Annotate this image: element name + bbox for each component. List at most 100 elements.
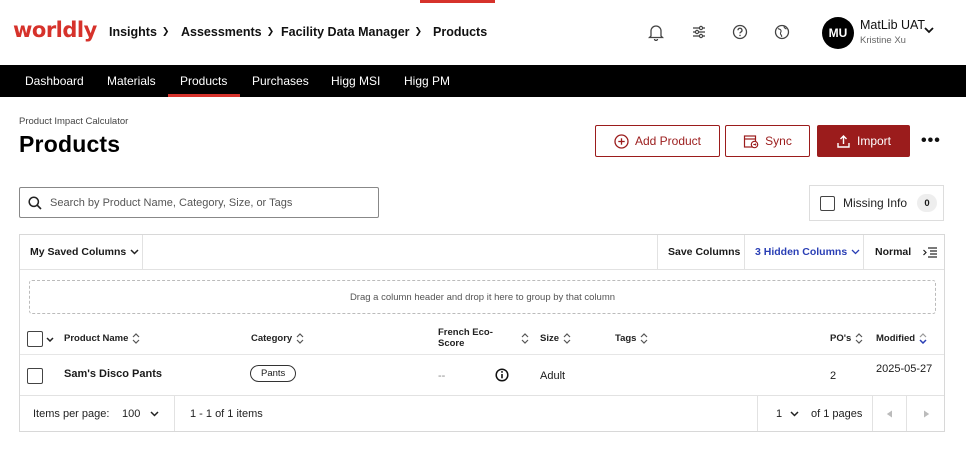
items-per-page-select[interactable]: 100 — [122, 396, 159, 431]
sort-icon[interactable] — [521, 333, 529, 344]
user-name[interactable]: MatLib UAT — [860, 18, 925, 32]
missing-info-filter[interactable]: Missing Info 0 — [809, 185, 944, 221]
chevron-down-icon — [130, 249, 139, 255]
globe-icon[interactable] — [773, 23, 791, 41]
chevron-down-icon: ❯ — [414, 25, 423, 36]
row-select-checkbox[interactable] — [27, 368, 43, 384]
top-navbar: worldly Insights ❯ Assessments ❯ Facility … — [0, 0, 966, 65]
sync-icon — [744, 134, 759, 148]
info-icon[interactable] — [495, 368, 509, 382]
caret-right-icon — [924, 410, 930, 417]
help-icon[interactable] — [731, 23, 749, 41]
pager-divider — [872, 396, 873, 431]
total-pages: of 1 pages — [811, 407, 863, 420]
subnav-purchases[interactable]: Purchases — [252, 74, 309, 88]
sliders-icon[interactable] — [690, 23, 708, 41]
plus-circle-icon — [614, 133, 629, 149]
grid-header-row: Product Name Category French Eco- Score … — [20, 323, 944, 355]
saved-columns-dropdown[interactable]: My Saved Columns — [30, 235, 139, 269]
menu-insights[interactable]: Insights ❯ — [109, 25, 169, 39]
import-button[interactable]: Import — [817, 125, 910, 157]
user-avatar[interactable]: MU — [822, 17, 854, 49]
chevron-down-icon: ❯ — [161, 25, 170, 36]
column-header-pos[interactable]: PO's — [830, 333, 863, 344]
upload-icon — [837, 134, 850, 148]
prev-page-button[interactable] — [886, 396, 893, 431]
toolbar-divider — [142, 235, 143, 269]
pager-divider — [906, 396, 907, 431]
more-options-icon[interactable]: ••• — [921, 132, 941, 150]
subnav-higg-pm[interactable]: Higg PM — [404, 74, 450, 88]
toolbar-divider — [863, 235, 864, 269]
user-subname: Kristine Xu — [860, 35, 906, 46]
products-grid: My Saved Columns Save Columns 3 Hidden C… — [19, 234, 945, 432]
sort-desc-icon — [919, 333, 927, 344]
cell-pos: 2 — [830, 370, 837, 382]
chevron-down-icon — [851, 249, 860, 255]
column-header-product-name[interactable]: Product Name — [64, 333, 140, 344]
subnav-products[interactable]: Products — [180, 74, 227, 88]
cell-product-name[interactable]: Sam's Disco Pants — [64, 368, 162, 380]
cell-modified: 2025-05-27 — [876, 363, 933, 375]
cell-category: Pants — [250, 365, 297, 382]
missing-info-label: Missing Info — [843, 196, 908, 210]
add-product-button[interactable]: Add Product — [595, 125, 720, 157]
breadcrumb[interactable]: Product Impact Calculator — [19, 116, 128, 127]
sort-icon — [641, 333, 648, 344]
caret-left-icon — [886, 410, 892, 417]
worldly-logo[interactable]: worldly — [13, 18, 97, 42]
column-header-category[interactable]: Category — [251, 333, 304, 344]
pager-range: 1 - 1 of 1 items — [190, 407, 263, 420]
menu-facility-data-manager[interactable]: Facility Data Manager ❯ — [281, 25, 422, 39]
active-menu-indicator — [420, 0, 495, 3]
toolbar-divider — [657, 235, 658, 269]
page-select[interactable]: 1 — [776, 396, 799, 431]
column-header-modified[interactable]: Modified — [876, 333, 927, 344]
menu-assessments[interactable]: Assessments ❯ — [181, 25, 274, 39]
toolbar-divider — [744, 235, 745, 269]
table-row[interactable]: Sam's Disco Pants Pants -- Adult 2 2025-… — [20, 356, 944, 396]
sort-icon — [132, 333, 140, 344]
cell-french-eco-score: -- — [438, 370, 446, 382]
page-title: Products — [19, 131, 121, 157]
column-header-tags[interactable]: Tags — [615, 333, 648, 344]
category-tag: Pants — [250, 365, 297, 382]
subnav-dashboard[interactable]: Dashboard — [25, 74, 84, 88]
sort-icon — [563, 333, 571, 344]
row-checkbox[interactable] — [27, 368, 43, 384]
density-icon — [923, 246, 938, 258]
pager-divider — [174, 396, 175, 431]
chevron-down-icon[interactable] — [46, 336, 54, 342]
group-by-drop-zone[interactable]: Drag a column header and drop it here to… — [29, 280, 936, 314]
hidden-columns-dropdown[interactable]: 3 Hidden Columns — [755, 235, 860, 269]
search-icon — [28, 195, 42, 210]
sync-button[interactable]: Sync — [725, 125, 810, 157]
sort-icon — [855, 333, 863, 344]
bell-icon[interactable] — [647, 23, 665, 41]
chevron-down-icon — [150, 410, 159, 417]
sort-icon — [296, 333, 304, 344]
save-columns-button[interactable]: Save Columns — [668, 235, 740, 269]
sub-navbar: Dashboard Materials Products Purchases H… — [0, 65, 966, 97]
pager-divider — [757, 396, 758, 431]
subnav-materials[interactable]: Materials — [107, 74, 156, 88]
column-header-size[interactable]: Size — [540, 333, 571, 344]
density-dropdown[interactable]: Normal — [875, 235, 938, 269]
missing-info-checkbox[interactable] — [820, 195, 835, 211]
chevron-down-icon: ❯ — [266, 25, 275, 36]
grid-pager: Items per page: 100 1 - 1 of 1 items 1 o… — [20, 396, 944, 431]
subnav-higg-msi[interactable]: Higg MSI — [331, 74, 380, 88]
items-per-page-label: Items per page: — [33, 407, 110, 420]
search-box — [19, 187, 379, 218]
next-page-button[interactable] — [923, 396, 930, 431]
user-menu-chevron-icon[interactable] — [924, 26, 934, 37]
menu-products[interactable]: Products — [433, 25, 487, 39]
subnav-active-indicator — [168, 94, 240, 97]
select-all-checkbox[interactable] — [27, 331, 43, 347]
search-input[interactable] — [50, 196, 370, 209]
cell-size: Adult — [540, 370, 566, 382]
column-header-french-eco-score[interactable]: French Eco- Score — [438, 327, 528, 349]
grid-toolbar: My Saved Columns Save Columns 3 Hidden C… — [20, 235, 944, 270]
missing-info-count-badge: 0 — [917, 194, 938, 212]
select-all-control[interactable] — [27, 331, 54, 347]
